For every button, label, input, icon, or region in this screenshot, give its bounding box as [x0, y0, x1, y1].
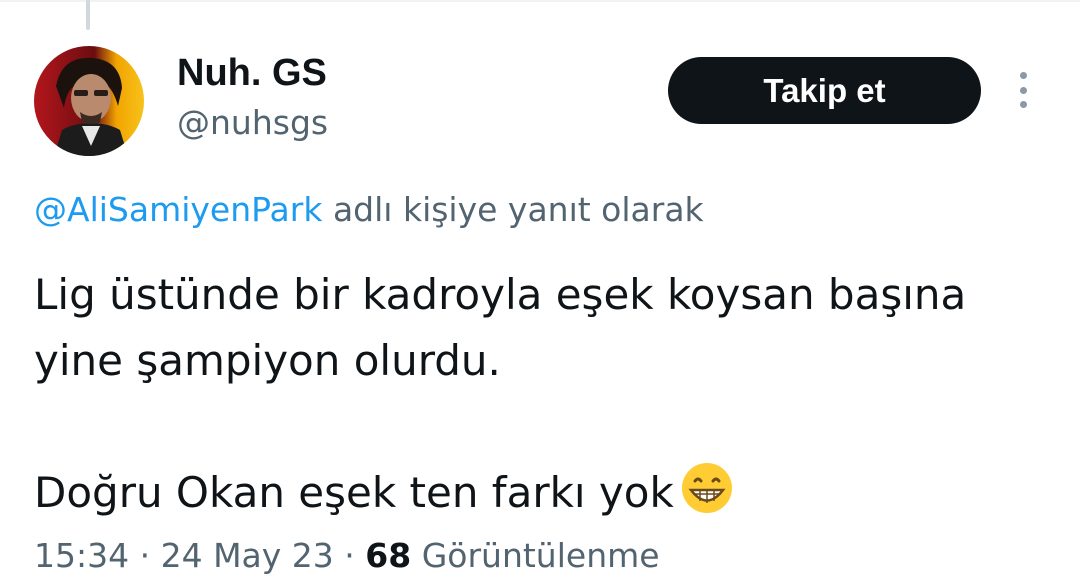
tweet-text-line: yine şampiyon olurdu. [34, 336, 501, 385]
more-dot [1019, 101, 1027, 108]
top-divider [0, 0, 1080, 2]
tweet-text-line: Lig üstünde bir kadroyla eşek koysan baş… [34, 270, 967, 319]
tweet-text-line: Doğru Okan eşek ten farkı yok [34, 468, 674, 517]
more-vertical-icon[interactable] [1006, 70, 1040, 110]
follow-button[interactable]: Takip et [668, 57, 981, 124]
tweet-date[interactable]: 24 May 23 [161, 536, 334, 575]
follow-button-label: Takip et [763, 71, 886, 109]
thread-connector-line [86, 0, 90, 30]
avatar-image [34, 46, 144, 156]
author-display-name[interactable]: Nuh. GS [177, 52, 327, 95]
reply-mention-link[interactable]: @AliSamiyenPark [34, 190, 322, 229]
tweet-text: Lig üstünde bir kadroyla eşek koysan baş… [34, 262, 1064, 526]
reply-context: @AliSamiyenPark adlı kişiye yanıt olarak [34, 190, 704, 229]
more-dot [1019, 86, 1027, 94]
tweet-text-line-with-emoji: Doğru Okan eşek ten farkı yok [34, 460, 1064, 526]
more-dot [1019, 72, 1027, 79]
views-count: 68 [365, 536, 412, 575]
avatar[interactable] [34, 46, 144, 156]
author-handle[interactable]: @nuhsgs [177, 103, 328, 142]
tweet-time[interactable]: 15:34 [34, 536, 129, 575]
views-label: Görüntülenme [421, 536, 660, 575]
tweet-meta: 15:34 · 24 May 23 · 68 Görüntülenme [34, 536, 660, 575]
grinning-face-emoji [681, 463, 732, 513]
reply-context-text: adlı kişiye yanıt olarak [322, 190, 704, 229]
